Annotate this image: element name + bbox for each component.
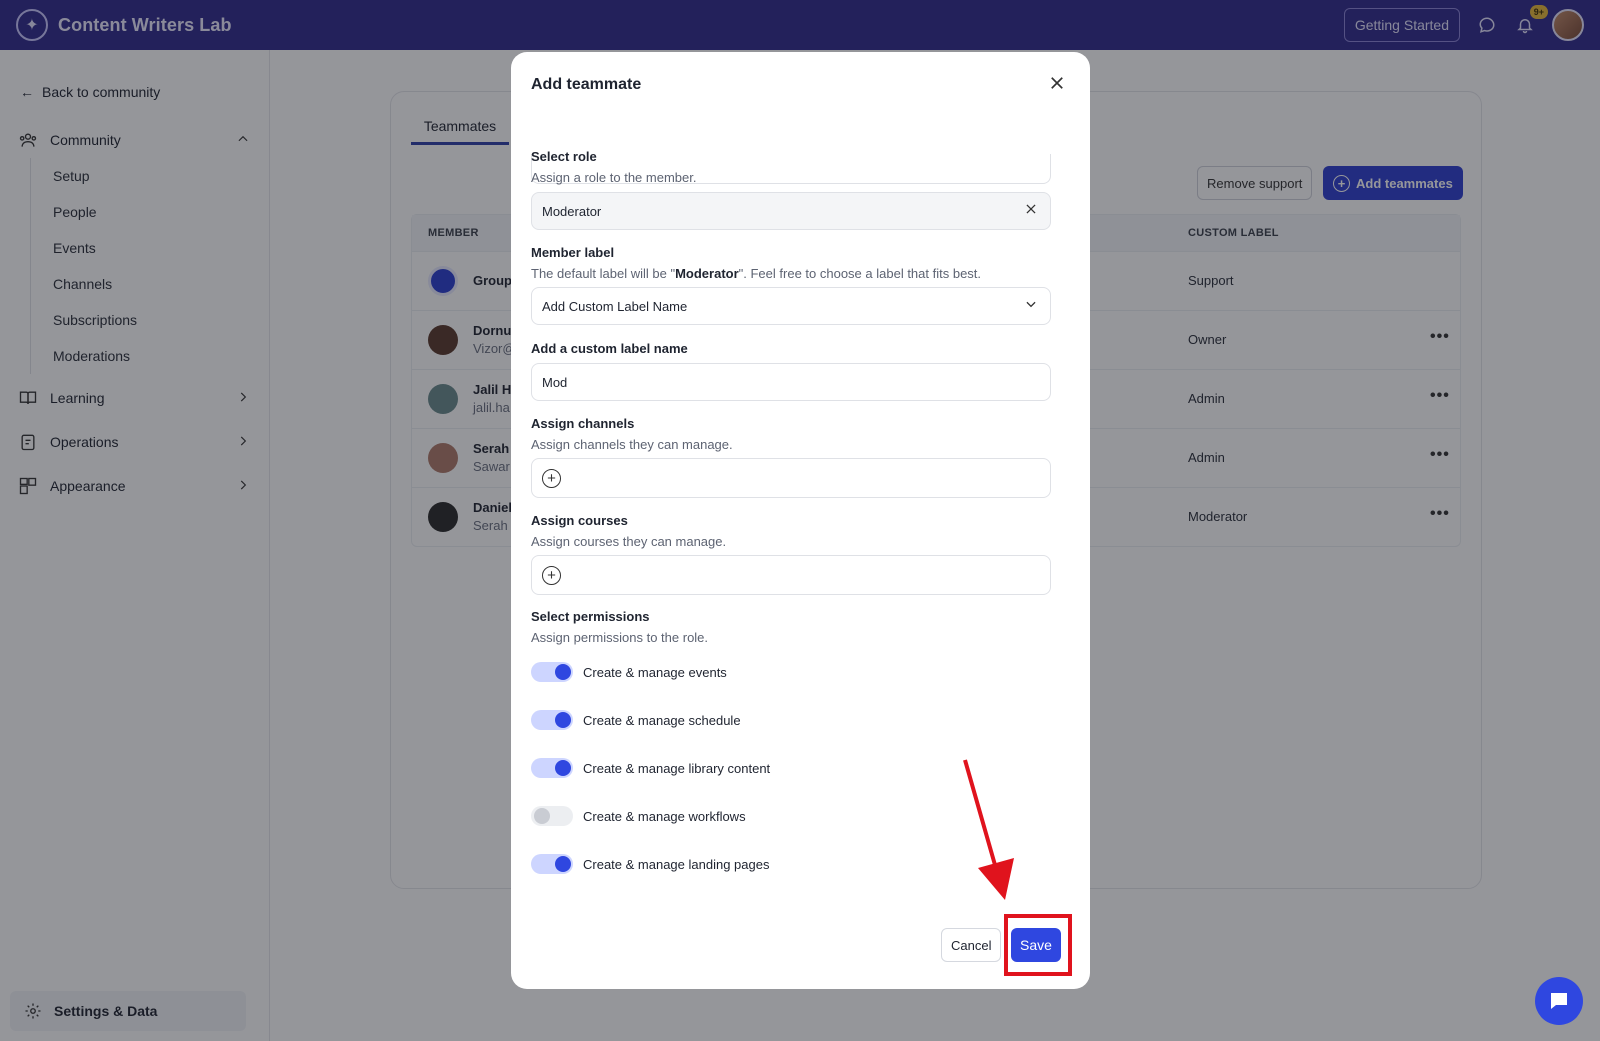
toggle-switch[interactable] [531, 758, 573, 778]
permission-label: Create & manage events [583, 664, 727, 680]
cancel-button[interactable]: Cancel [941, 928, 1002, 962]
role-select[interactable]: Moderator [531, 192, 1051, 230]
select-permissions-label: Select permissions [531, 609, 650, 624]
clear-icon[interactable] [1024, 202, 1038, 220]
member-label-dropdown[interactable]: Add Custom Label Name [531, 287, 1051, 325]
support-chat-button[interactable] [1535, 977, 1583, 1025]
modal-title: Add teammate [531, 76, 642, 93]
toggle-switch[interactable] [531, 710, 573, 730]
chevron-down-icon [1024, 297, 1038, 315]
toggle-switch[interactable] [531, 854, 573, 874]
assign-courses-label: Assign courses [531, 513, 628, 528]
permission-label: Create & manage workflows [583, 808, 746, 824]
permission-label: Create & manage landing pages [583, 856, 770, 872]
member-label-dropdown-value: Add Custom Label Name [542, 298, 688, 314]
annotation-arrow-icon [963, 759, 1014, 900]
help-role: Moderator [675, 266, 739, 281]
permission-schedule[interactable]: Create & manage schedule [531, 710, 741, 730]
custom-label-name-label: Add a custom label name [531, 341, 688, 356]
toggle-switch[interactable] [531, 806, 573, 826]
assign-courses-help: Assign courses they can manage. [531, 534, 727, 549]
assign-channels-help: Assign channels they can manage. [531, 437, 733, 452]
assign-channels-field[interactable]: + [531, 458, 1051, 498]
custom-label-input[interactable]: Mod [531, 363, 1051, 401]
member-label-label: Member label [531, 245, 615, 260]
annotation-highlight-box [1004, 914, 1072, 976]
toggle-switch[interactable] [531, 662, 573, 682]
select-role-label: Select role [531, 149, 597, 164]
permission-label: Create & manage library content [583, 760, 771, 776]
help-prefix: The default label will be " [531, 266, 676, 281]
permission-library-content[interactable]: Create & manage library content [531, 758, 770, 778]
help-suffix: ". Feel free to choose a label that fits… [738, 266, 982, 281]
plus-circle-icon[interactable]: + [542, 468, 561, 488]
chat-bubble-icon [1551, 993, 1567, 1009]
role-select-value: Moderator [542, 203, 602, 219]
custom-label-input-value: Mod [542, 374, 568, 390]
assign-channels-label: Assign channels [531, 416, 635, 431]
permission-label: Create & manage schedule [583, 712, 741, 728]
select-role-help: Assign a role to the member. [531, 170, 697, 185]
permission-workflows[interactable]: Create & manage workflows [531, 806, 746, 826]
permission-landing-pages[interactable]: Create & manage landing pages [531, 854, 769, 874]
member-label-help: The default label will be "Moderator". F… [531, 266, 981, 281]
close-icon[interactable] [1048, 74, 1066, 96]
assign-courses-field[interactable]: + [531, 555, 1051, 595]
select-permissions-help: Assign permissions to the role. [531, 630, 709, 645]
plus-circle-icon[interactable]: + [542, 565, 561, 585]
permission-events[interactable]: Create & manage events [531, 662, 727, 682]
